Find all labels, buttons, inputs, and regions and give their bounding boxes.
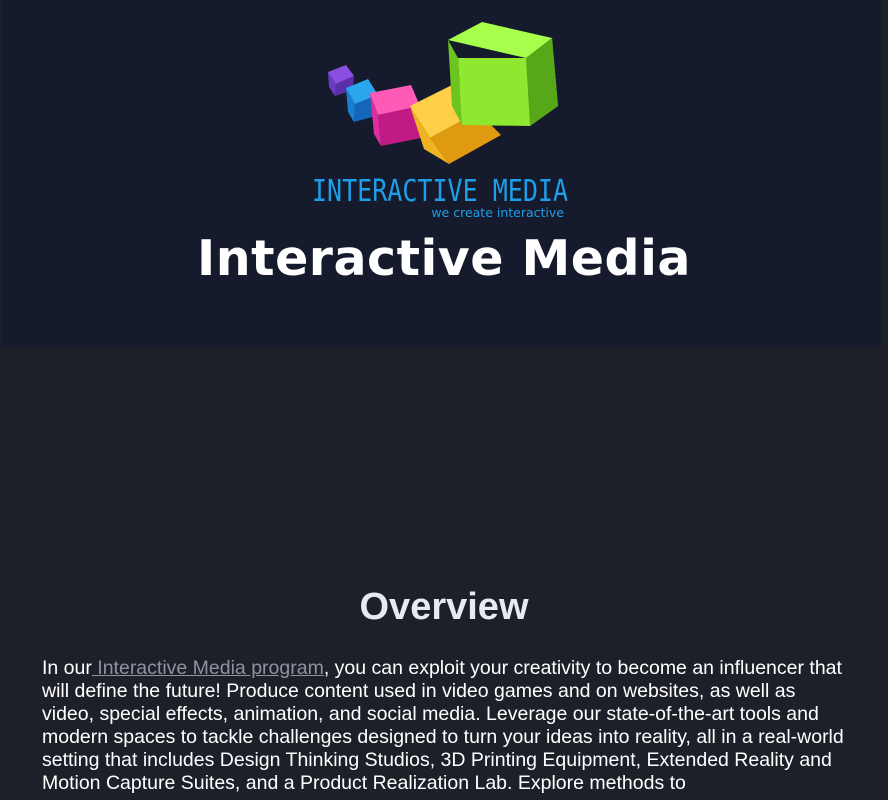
overview-paragraph: In our Interactive Media program, you ca… <box>42 657 848 795</box>
overview-intro-text: In our <box>42 657 92 679</box>
overview-heading: Overview <box>359 586 529 628</box>
logo-wordmark: INTERACTIVE MEDIA <box>312 174 568 209</box>
logo-tagline: we create interactive <box>431 205 564 220</box>
interactive-media-program-link[interactable]: Interactive Media program <box>92 657 324 679</box>
page-title: Interactive Media <box>197 230 691 287</box>
interactive-media-logo: INTERACTIVE MEDIA we create interactive <box>308 18 572 223</box>
logo-cubes-icon: INTERACTIVE MEDIA we create interactive <box>312 22 568 220</box>
